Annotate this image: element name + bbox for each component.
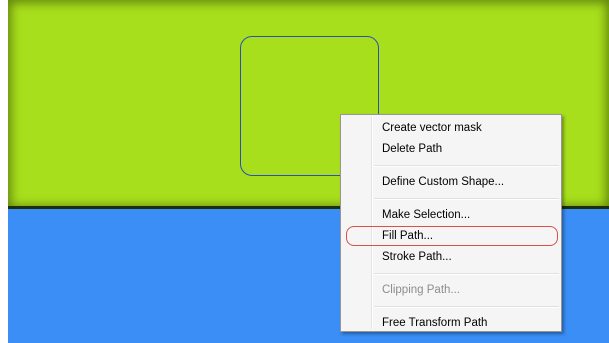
menu-separator [374, 306, 559, 308]
menu-item-label: Free Transform Path [382, 317, 488, 329]
menu-item-delete-path[interactable]: Delete Path [341, 139, 561, 160]
document-canvas[interactable]: Create vector mask Delete Path Define Cu… [8, 0, 609, 343]
menu-item-label: Stroke Path... [382, 251, 452, 263]
path-context-menu: Create vector mask Delete Path Define Cu… [340, 114, 562, 332]
menu-item-free-transform-path[interactable]: Free Transform Path [341, 313, 561, 334]
menu-item-define-custom-shape[interactable]: Define Custom Shape... [341, 172, 561, 193]
menu-item-label: Define Custom Shape... [382, 176, 505, 188]
menu-item-clipping-path: Clipping Path... [341, 280, 561, 301]
menu-item-label: Delete Path [382, 143, 443, 155]
menu-item-fill-path[interactable]: Fill Path... [341, 226, 561, 247]
menu-separator [374, 165, 559, 167]
menu-item-create-vector-mask[interactable]: Create vector mask [341, 118, 561, 139]
menu-separator [374, 198, 559, 200]
menu-separator [374, 273, 559, 275]
menu-item-label: Make Selection... [382, 209, 471, 221]
menu-item-make-selection[interactable]: Make Selection... [341, 205, 561, 226]
highlight-ring [346, 226, 558, 246]
menu-item-label: Clipping Path... [382, 284, 460, 296]
menu-item-stroke-path[interactable]: Stroke Path... [341, 247, 561, 268]
menu-item-label: Create vector mask [382, 122, 482, 134]
